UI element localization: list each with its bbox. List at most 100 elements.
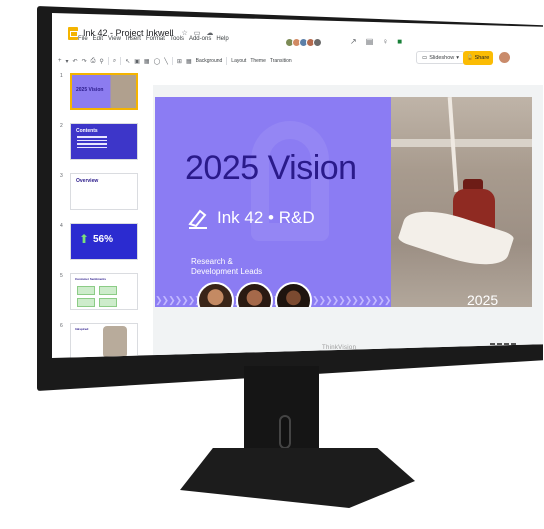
slide-number: 1 bbox=[60, 73, 63, 79]
layout-grid-icon[interactable]: ▦ bbox=[186, 58, 192, 65]
slide-number: 6 bbox=[60, 323, 63, 329]
monitor-product-shot: Ink 42 - Project Inkwell ☆ ▭ ☁ File Edit… bbox=[0, 0, 544, 529]
menu-help[interactable]: Help bbox=[216, 36, 228, 42]
text-box-icon[interactable]: ▣ bbox=[134, 58, 140, 65]
comment-icon[interactable]: ▤ bbox=[366, 37, 374, 46]
thumbnail-title: Overview bbox=[76, 178, 99, 184]
slideshow-label: Slideshow bbox=[429, 54, 455, 61]
thumbnail-title: 56% bbox=[93, 234, 114, 245]
menu-tools[interactable]: Tools bbox=[170, 36, 184, 42]
monitor-buttons[interactable] bbox=[490, 343, 516, 345]
menu-file[interactable]: File bbox=[78, 36, 88, 42]
menu-insert[interactable]: Insert bbox=[126, 36, 141, 42]
divider bbox=[171, 57, 173, 65]
filmstrip-item[interactable]: 6 Inkspired bbox=[60, 323, 138, 358]
team-photo bbox=[236, 282, 273, 307]
image-icon[interactable]: ▦ bbox=[144, 58, 150, 65]
menu-bar: File Edit View Insert Format Tools Add-o… bbox=[78, 36, 229, 42]
team-photos bbox=[197, 282, 312, 307]
chevron-down-icon[interactable]: ▾ bbox=[66, 58, 69, 65]
slide-year[interactable]: 2025 bbox=[467, 292, 498, 307]
filmstrip-item[interactable]: 1 2025 Vision bbox=[60, 73, 138, 110]
team-photo bbox=[275, 282, 312, 307]
menu-addons[interactable]: Add-ons bbox=[189, 36, 211, 42]
monitor-screen: Ink 42 - Project Inkwell ☆ ▭ ☁ File Edit… bbox=[52, 13, 543, 358]
thumbnail-title: Contents bbox=[76, 128, 98, 134]
share-button[interactable]: 🔒 Share bbox=[463, 51, 493, 65]
collaborator-avatars[interactable] bbox=[285, 38, 322, 47]
slide-subtitle-row: Ink 42 • R&D bbox=[187, 207, 315, 229]
top-icon-group: ↗ ▤ ♀ ■ bbox=[350, 37, 402, 46]
filmstrip-item[interactable]: 5 Customer Sentiments bbox=[60, 273, 138, 310]
comment-add-icon[interactable]: ⊞ bbox=[177, 58, 182, 65]
monitor-stand-base bbox=[180, 448, 415, 508]
slide-number: 3 bbox=[60, 173, 63, 179]
thumbnail-card bbox=[77, 286, 95, 295]
redo-icon[interactable]: ↷ bbox=[82, 58, 87, 65]
user-avatar[interactable] bbox=[499, 52, 510, 63]
divider bbox=[120, 57, 122, 65]
avatar[interactable] bbox=[313, 38, 322, 47]
transition-button[interactable]: Transition bbox=[270, 58, 292, 64]
leads-caption[interactable]: Research & Development Leads bbox=[191, 257, 281, 277]
lock-icon: 🔒 bbox=[466, 55, 474, 61]
share-label: Share bbox=[474, 55, 490, 61]
slide-title[interactable]: 2025 Vision bbox=[185, 149, 357, 188]
slide-thumbnail[interactable]: Overview bbox=[70, 173, 138, 210]
paint-format-icon[interactable]: ⚲ bbox=[99, 58, 103, 65]
slide-thumbnail[interactable]: 2025 Vision bbox=[70, 73, 138, 110]
zoom-icon[interactable]: ⌕ bbox=[113, 58, 116, 65]
team-photo bbox=[197, 282, 234, 307]
select-icon[interactable]: ↖ bbox=[125, 58, 130, 65]
slides-app-icon[interactable] bbox=[68, 26, 78, 40]
slideshow-button[interactable]: ▭ Slideshow ▾ bbox=[416, 51, 466, 64]
chevron-down-icon: ▾ bbox=[456, 54, 460, 61]
meet-icon[interactable]: ■ bbox=[397, 37, 402, 46]
photo-ledge bbox=[391, 139, 532, 147]
filmstrip-item[interactable]: 4 ⬆ 56% bbox=[60, 223, 138, 260]
inkwell-photo bbox=[391, 97, 532, 307]
shape-icon[interactable]: ◯ bbox=[154, 58, 161, 65]
menu-format[interactable]: Format bbox=[146, 36, 165, 42]
toolbar: + ▾ ↶ ↷ ⎙ ⚲ ⌕ ↖ ▣ ▦ ◯ ╲ ⊞ ▦ Background L… bbox=[58, 54, 418, 68]
slide-number: 5 bbox=[60, 273, 63, 279]
monitor-brand-label: ThinkVision bbox=[322, 345, 357, 351]
menu-edit[interactable]: Edit bbox=[93, 36, 103, 42]
slide-purple-panel: 2025 Vision Ink 42 • R&D Research & Deve… bbox=[155, 97, 431, 307]
activity-icon[interactable]: ↗ bbox=[350, 37, 357, 46]
layout-button[interactable]: Layout bbox=[231, 58, 246, 64]
thumbnail-title: Inkspired bbox=[75, 327, 89, 331]
slide-thumbnail[interactable]: Customer Sentiments bbox=[70, 273, 138, 310]
print-icon[interactable]: ⎙ bbox=[91, 58, 96, 65]
theme-button[interactable]: Theme bbox=[250, 58, 266, 64]
thumbnail-quill-image bbox=[103, 326, 127, 358]
line-icon[interactable]: ╲ bbox=[164, 58, 168, 65]
undo-icon[interactable]: ↶ bbox=[73, 58, 78, 65]
thumbnail-title: Customer Sentiments bbox=[75, 277, 107, 281]
slide-thumbnail[interactable]: Inkspired bbox=[70, 323, 138, 358]
slide-number: 2 bbox=[60, 123, 63, 129]
lightbulb-icon[interactable]: ♀ bbox=[382, 37, 388, 46]
current-slide[interactable]: 2025 Vision Ink 42 • R&D Research & Deve… bbox=[155, 97, 532, 307]
cable-management-hole bbox=[279, 415, 291, 449]
divider bbox=[226, 57, 228, 65]
arrow-up-icon: ⬆ bbox=[79, 232, 90, 246]
thumbnail-title: 2025 Vision bbox=[76, 87, 104, 93]
thumbnail-lines bbox=[77, 136, 107, 150]
slide-filmstrip: 1 2025 Vision 2 Contents 3 Overview 4 ⬆ … bbox=[52, 69, 150, 358]
menu-view[interactable]: View bbox=[108, 36, 121, 42]
background-button[interactable]: Background bbox=[196, 58, 223, 64]
thumbnail-card bbox=[99, 298, 117, 307]
filmstrip-item[interactable]: 2 Contents bbox=[60, 123, 138, 160]
filmstrip-item[interactable]: 3 Overview bbox=[60, 173, 138, 210]
slide-number: 4 bbox=[60, 223, 63, 229]
pen-logo-icon bbox=[188, 209, 207, 229]
slideshow-icon: ▭ bbox=[422, 54, 428, 61]
slide-thumbnail[interactable]: Contents bbox=[70, 123, 138, 160]
new-slide-icon[interactable]: + bbox=[58, 58, 62, 64]
slide-thumbnail[interactable]: ⬆ 56% bbox=[70, 223, 138, 260]
divider bbox=[107, 57, 109, 65]
slide-subtitle[interactable]: Ink 42 • R&D bbox=[217, 208, 315, 228]
thumbnail-card bbox=[99, 286, 117, 295]
thumbnail-card bbox=[77, 298, 95, 307]
